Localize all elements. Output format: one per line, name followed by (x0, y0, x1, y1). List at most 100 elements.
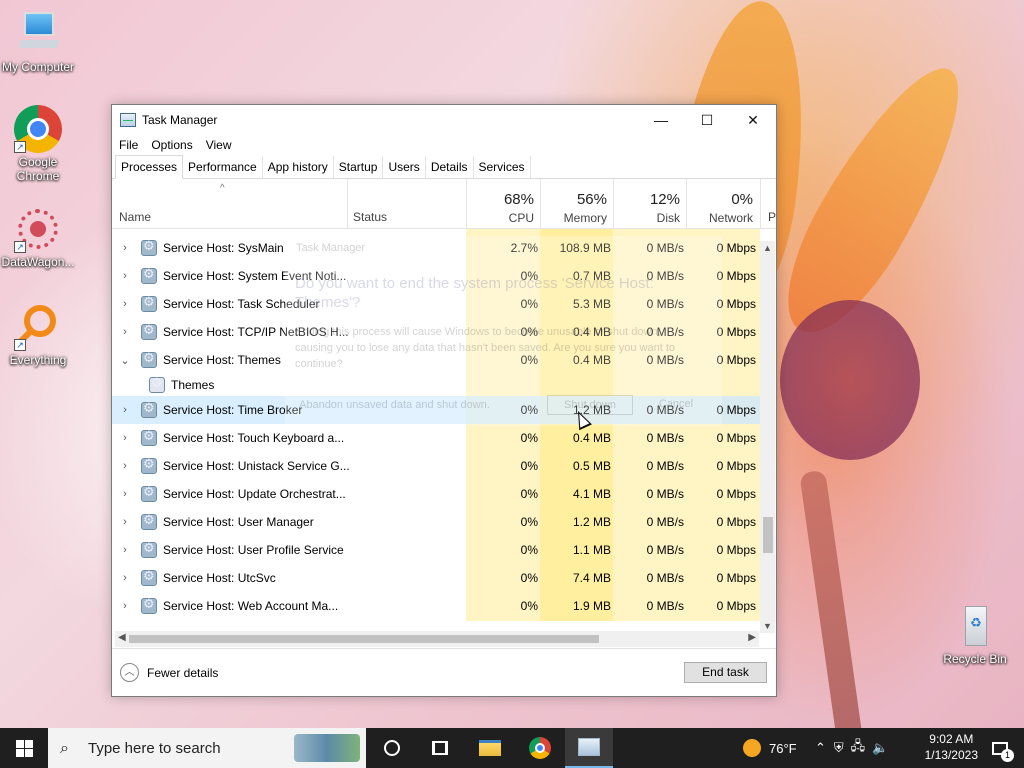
process-row[interactable]: › Service Host: Web Account Ma... 0% 1.9 MB… (112, 592, 760, 620)
horizontal-scroll-thumb[interactable] (129, 635, 599, 643)
process-row[interactable]: › Service Host: UtcSvc 0% 7.4 MB 0 MB/s 0 Mbp… (112, 564, 760, 592)
tab-strip: Processes Performance App history Startu… (112, 155, 776, 179)
disk-percent: 12% (649, 191, 680, 208)
maximize-button[interactable]: ☐ (684, 105, 730, 135)
service-host-icon (141, 457, 157, 474)
tab-users[interactable]: Users (383, 156, 426, 178)
tab-startup[interactable]: Startup (334, 156, 384, 178)
tab-services[interactable]: Services (474, 156, 531, 178)
close-button[interactable]: ✕ (730, 105, 776, 135)
menu-options[interactable]: Options (151, 138, 192, 152)
desktop-icon-datawagon[interactable]: ↗ DataWagon... (0, 205, 76, 269)
memory-value: 1.9 MB (572, 599, 611, 613)
desktop-icon-recycle-bin[interactable]: ♻ Recycle Bin (937, 602, 1013, 666)
disk-value: 0 MB/s (646, 269, 684, 283)
column-network[interactable]: 0% Network (686, 179, 759, 229)
cpu-value: 0% (520, 269, 538, 283)
task-manager-taskbar-button[interactable] (565, 728, 613, 768)
search-icon: ⌕ (60, 738, 69, 757)
scroll-left-icon[interactable]: ◀ (118, 632, 126, 643)
process-row[interactable]: › Service Host: User Profile Service 0% 1.1… (112, 536, 760, 564)
process-row[interactable]: › Service Host: Unistack Service G... 0% 0.… (112, 452, 760, 480)
expand-chevron-icon[interactable]: › (120, 516, 130, 528)
expand-chevron-icon[interactable]: › (120, 298, 130, 310)
process-row[interactable]: › Service Host: User Manager 0% 1.2 MB 0 MB/… (112, 508, 760, 536)
process-row[interactable]: ⌄ Service Host: Themes 0% 0.4 MB 0 MB/s 0 Mbp… (112, 346, 760, 374)
scroll-down-icon[interactable]: ▼ (760, 619, 775, 633)
process-name: Service Host: Update Orchestrat... (163, 487, 346, 501)
process-row[interactable]: › Service Host: TCP/IP NetBIOS H... 0% 0.4 … (112, 318, 760, 346)
column-status[interactable]: Status (353, 210, 387, 224)
cpu-value: 0% (520, 431, 538, 445)
volume-icon[interactable]: 🔈 (872, 741, 888, 756)
weather-temperature: 76°F (769, 740, 797, 756)
menu-view[interactable]: View (206, 138, 232, 152)
column-power-partial[interactable]: P (768, 210, 776, 224)
scroll-up-icon[interactable]: ▲ (760, 241, 775, 255)
process-row[interactable]: › Service Host: Update Orchestrat... 0% 4.1… (112, 480, 760, 508)
start-button[interactable] (0, 728, 48, 768)
expand-chevron-icon[interactable]: › (120, 404, 130, 416)
tab-details[interactable]: Details (426, 156, 474, 178)
notification-center-button[interactable]: 1 (976, 728, 1024, 768)
clock[interactable]: 9:02 AM 1/13/2023 (925, 731, 978, 763)
expand-chevron-icon[interactable]: › (120, 572, 130, 584)
chevron-up-icon[interactable]: ⌃ (815, 741, 826, 756)
weather-widget[interactable]: 76°F (743, 728, 797, 768)
process-name: Service Host: Task Scheduler (163, 297, 320, 311)
column-name[interactable]: Name (119, 210, 151, 224)
expand-chevron-icon[interactable]: › (120, 488, 130, 500)
tab-processes[interactable]: Processes (115, 155, 184, 179)
minimize-button[interactable]: — (638, 105, 684, 135)
system-tray-icons: ⌃ ⛨ 🖧 🔈 (815, 728, 888, 768)
column-cpu[interactable]: 68% CPU (466, 179, 540, 229)
cpu-value: 0% (520, 515, 538, 529)
network-value: 0 Mbps (716, 571, 756, 585)
security-icon[interactable]: ⛨ (834, 741, 844, 756)
process-name: Service Host: TCP/IP NetBIOS H... (163, 325, 349, 339)
cortana-button[interactable] (368, 728, 416, 768)
service-host-icon (141, 351, 157, 368)
process-row[interactable]: ›Service Host: Time Broker0%1.2 MB0 MB/s… (112, 396, 760, 424)
desktop-icon-my-computer[interactable]: My Computer (0, 10, 76, 74)
process-child-row[interactable]: Themes (112, 374, 760, 396)
menu-file[interactable]: File (119, 138, 138, 152)
vertical-scroll-thumb[interactable] (763, 517, 773, 553)
expand-chevron-icon[interactable]: › (120, 460, 130, 472)
shortcut-arrow-icon: ↗ (14, 141, 26, 153)
vertical-scrollbar[interactable]: ▲ ▼ (760, 241, 775, 633)
network-value: 0 Mbps (716, 403, 756, 417)
process-row[interactable]: › Service Host: Task Scheduler 0% 5.3 MB 0 M… (112, 290, 760, 318)
taskbar-search-box[interactable]: ⌕ Type here to search (48, 728, 366, 768)
network-icon[interactable]: 🖧 (851, 737, 866, 759)
tab-app-history[interactable]: App history (263, 156, 334, 178)
column-disk[interactable]: 12% Disk (613, 179, 686, 229)
expand-chevron-icon[interactable]: › (120, 600, 130, 612)
task-view-button[interactable] (416, 728, 464, 768)
expand-chevron-icon[interactable]: ⌄ (120, 354, 130, 367)
title-bar[interactable]: Task Manager — ☐ ✕ (112, 105, 776, 135)
chrome-taskbar-button[interactable] (516, 728, 564, 768)
end-task-button[interactable]: End task (684, 662, 767, 683)
expand-chevron-icon[interactable]: › (120, 270, 130, 282)
network-value: 0 Mbps (716, 325, 756, 339)
computer-icon (14, 10, 62, 58)
file-explorer-button[interactable] (466, 728, 514, 768)
tab-performance[interactable]: Performance (183, 156, 263, 178)
scroll-right-icon[interactable]: ▶ (748, 632, 756, 643)
process-row[interactable]: › Service Host: Touch Keyboard a... 0% 0.4 … (112, 424, 760, 452)
desktop-icon-everything[interactable]: ↗ Everything (0, 303, 76, 367)
expand-chevron-icon[interactable]: › (120, 432, 130, 444)
process-name: Service Host: UtcSvc (163, 571, 276, 585)
expand-chevron-icon[interactable]: › (120, 242, 130, 254)
desktop-icon-google-chrome[interactable]: ↗ Google Chrome (0, 105, 76, 183)
process-row[interactable]: › Service Host: System Event Noti... 0% 0.7… (112, 262, 760, 290)
column-memory[interactable]: 56% Memory (540, 179, 613, 229)
memory-value: 0.4 MB (572, 325, 611, 339)
process-name: Service Host: Time Broker (163, 403, 303, 417)
expand-chevron-icon[interactable]: › (120, 544, 130, 556)
process-row[interactable]: › Service Host: SysMain 2.7% 108.9 MB 0 MB/s… (112, 234, 760, 262)
fewer-details-button[interactable]: ︿ Fewer details (120, 663, 218, 682)
horizontal-scrollbar[interactable]: ◀ ▶ (115, 631, 759, 647)
expand-chevron-icon[interactable]: › (120, 326, 130, 338)
